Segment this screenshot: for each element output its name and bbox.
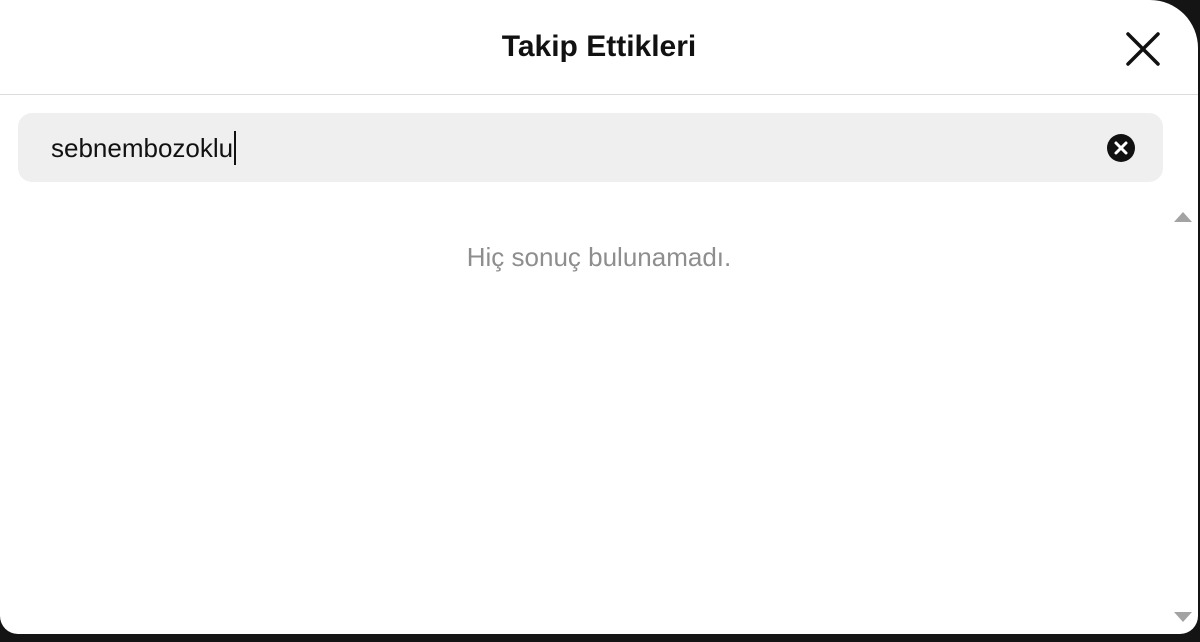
scroll-up-arrow-icon[interactable] — [1174, 212, 1192, 222]
dialog-header: Takip Ettikleri — [0, 0, 1198, 95]
search-field[interactable]: sebnembozoklu — [18, 113, 1163, 182]
close-icon — [1126, 32, 1160, 66]
scroll-down-arrow-icon[interactable] — [1174, 612, 1192, 622]
text-caret — [234, 131, 237, 165]
results-scrollbar[interactable] — [1172, 208, 1192, 626]
no-results-message: Hiç sonuç bulunamadı. — [466, 242, 732, 272]
clear-search-button[interactable] — [1106, 133, 1136, 163]
search-input[interactable]: sebnembozoklu — [51, 131, 237, 165]
search-input-text: sebnembozoklu — [51, 133, 234, 163]
clear-circle-x-icon — [1107, 134, 1135, 162]
close-button[interactable] — [1120, 26, 1166, 72]
following-dialog: Takip Ettikleri sebnembozoklu Hiç sonuç … — [0, 0, 1198, 634]
dialog-title: Takip Ettikleri — [501, 30, 697, 63]
